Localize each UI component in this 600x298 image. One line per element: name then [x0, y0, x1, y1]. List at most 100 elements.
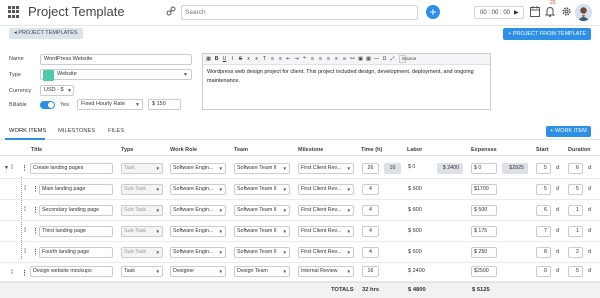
superscript-icon[interactable]: x: [253, 56, 260, 63]
outdent-icon[interactable]: ⇤: [285, 56, 292, 63]
col-milestone[interactable]: Milestone: [298, 147, 323, 153]
gear-icon[interactable]: [561, 6, 572, 17]
name-field[interactable]: WordPress Website: [40, 54, 192, 65]
time-field[interactable]: 16: [362, 266, 379, 277]
drag-handle-icon[interactable]: ⁞⁞: [24, 186, 27, 192]
time-field[interactable]: 26: [362, 163, 379, 174]
col-time[interactable]: Time (h): [361, 147, 382, 153]
duration-field[interactable]: 2: [568, 247, 583, 258]
image-icon[interactable]: ▣: [357, 56, 364, 63]
time-field[interactable]: 4: [362, 205, 379, 216]
search-input[interactable]: [185, 7, 410, 18]
type-select[interactable]: Sub-Task ▼: [121, 226, 163, 237]
type-select[interactable]: Sub-Task ▼: [121, 205, 163, 216]
expenses-field[interactable]: $ 500: [471, 205, 497, 216]
start-field[interactable]: 5: [536, 184, 551, 195]
italic-icon[interactable]: I: [229, 56, 236, 63]
milestone-select[interactable]: First Client Rev... ▼: [298, 226, 354, 237]
title-field[interactable]: Third landing page: [39, 226, 113, 237]
work-role-select[interactable]: Software Engin... ▼: [170, 226, 226, 237]
work-role-select[interactable]: Software Engin... ▼: [170, 205, 226, 216]
blockquote-icon[interactable]: ❝: [301, 56, 308, 63]
drag-handle-icon[interactable]: ⁞⁞: [11, 165, 14, 171]
indent-icon[interactable]: ⇥: [293, 56, 300, 63]
start-field[interactable]: 8: [536, 247, 551, 258]
billable-toggle[interactable]: [40, 101, 55, 109]
table-icon[interactable]: ▦: [365, 56, 372, 63]
search-box[interactable]: [181, 5, 418, 20]
title-field[interactable]: Secondary landing page: [39, 205, 113, 216]
tab-milestones[interactable]: MILESTONES: [58, 128, 95, 134]
milestone-select[interactable]: Internal Review ▼: [298, 266, 354, 277]
expenses-field[interactable]: $2500: [471, 266, 497, 277]
collapse-icon[interactable]: ▼: [4, 165, 9, 171]
subscript-icon[interactable]: x: [245, 56, 252, 63]
quick-add-button[interactable]: +: [426, 5, 440, 19]
link-icon[interactable]: ∞: [341, 56, 348, 63]
row-menu-icon[interactable]: ⋮: [32, 248, 39, 256]
start-field[interactable]: 6: [536, 205, 551, 216]
title-field[interactable]: Fourth landing page: [39, 247, 113, 258]
team-select[interactable]: Software Team II ▼: [234, 184, 290, 195]
milestone-select[interactable]: First Client Rev... ▼: [298, 163, 354, 174]
numbered-list-icon[interactable]: ≡: [269, 56, 276, 63]
source-button[interactable]: Source: [399, 55, 416, 63]
table-row[interactable]: ⁞⁞ ⋮ Fourth landing page Sub-Task ▼ Softw…: [0, 241, 600, 263]
type-select[interactable]: Sub-Task ▼: [121, 247, 163, 258]
col-type[interactable]: Type: [121, 147, 133, 153]
horizontal-rule-icon[interactable]: ―: [373, 56, 380, 63]
table-row[interactable]: ⁞⁞ ⋮ Third landing page Sub-Task ▼ Softwa…: [0, 220, 600, 242]
table-row[interactable]: ▼ ⁞⁞ ⋮ Create landing pages Task ▼ Softwa…: [0, 157, 600, 179]
drag-handle-icon[interactable]: ⁞⁞: [24, 249, 27, 255]
start-field[interactable]: 0: [536, 266, 551, 277]
play-icon[interactable]: ▶: [514, 9, 519, 16]
drag-handle-icon[interactable]: ⁞⁞: [24, 228, 27, 234]
title-field[interactable]: Design website mockups: [30, 266, 113, 277]
bell-icon[interactable]: [545, 6, 555, 17]
avatar[interactable]: [575, 4, 592, 21]
col-work-role[interactable]: Work Role: [170, 147, 197, 153]
apps-grid-icon[interactable]: [8, 6, 20, 18]
title-field[interactable]: Main landing page: [39, 184, 113, 195]
col-start[interactable]: Start: [536, 147, 549, 153]
drag-handle-icon[interactable]: ⁞⁞: [24, 207, 27, 213]
duration-field[interactable]: 6: [568, 163, 583, 174]
milestone-select[interactable]: First Client Rev... ▼: [298, 247, 354, 258]
duration-field[interactable]: 5: [568, 184, 583, 195]
align-center-icon[interactable]: ≡: [317, 56, 324, 63]
col-duration[interactable]: Duration: [568, 147, 591, 153]
expenses-field[interactable]: $ 0: [471, 163, 497, 174]
project-from-template-button[interactable]: + PROJECT FROM TEMPLATE: [503, 28, 591, 40]
maximize-icon[interactable]: ⤢: [389, 56, 396, 63]
team-select[interactable]: Software Team II ▼: [234, 205, 290, 216]
type-select[interactable]: Task ▼: [121, 163, 163, 174]
expenses-field[interactable]: $ 250: [471, 247, 497, 258]
drag-handle-icon[interactable]: ⁞⁞: [11, 270, 14, 276]
table-row[interactable]: ⁞⁞ ⋮ Main landing page Sub-Task ▼ Softwar…: [0, 178, 600, 200]
justify-icon[interactable]: ≡: [333, 56, 340, 63]
unlink-icon[interactable]: ⚯: [349, 56, 356, 63]
work-role-select[interactable]: Designer ▼: [170, 266, 226, 277]
team-select[interactable]: Software Team II ▼: [234, 247, 290, 258]
align-right-icon[interactable]: ≡: [325, 56, 332, 63]
calendar-icon[interactable]: [530, 6, 540, 17]
table-row[interactable]: ⁞⁞ ⋮ Design website mockups Task ▼ Design…: [0, 262, 600, 282]
rate-field[interactable]: $ 150: [148, 99, 181, 110]
timer[interactable]: 00 : 00 : 00 ▶: [474, 6, 524, 19]
col-title[interactable]: Title: [31, 147, 42, 153]
team-select[interactable]: Software Team II ▼: [234, 163, 290, 174]
link-icon[interactable]: [166, 6, 176, 16]
description-text[interactable]: Wordpress web design project for client.…: [203, 65, 490, 89]
description-editor[interactable]: ▦ B U I S x x T ≡ ≡ ⇤ ⇥ ❝ ≡ ≡ ≡ ≡ ∞ ⚯ ▣ …: [202, 53, 491, 110]
bold-icon[interactable]: B: [213, 56, 220, 63]
time-field[interactable]: 4: [362, 184, 379, 195]
work-role-select[interactable]: Software Engin... ▼: [170, 184, 226, 195]
clear-format-icon[interactable]: T: [261, 56, 268, 63]
team-select[interactable]: Design Team ▼: [234, 266, 290, 277]
project-templates-button[interactable]: ◂ PROJECT TEMPLATES: [9, 28, 83, 39]
align-left-icon[interactable]: ≡: [309, 56, 316, 63]
source-toggle-icon[interactable]: ▦: [205, 56, 212, 63]
milestone-select[interactable]: First Client Rev... ▼: [298, 184, 354, 195]
row-menu-icon[interactable]: ⋮: [32, 227, 39, 235]
special-char-icon[interactable]: Ω: [381, 56, 388, 63]
